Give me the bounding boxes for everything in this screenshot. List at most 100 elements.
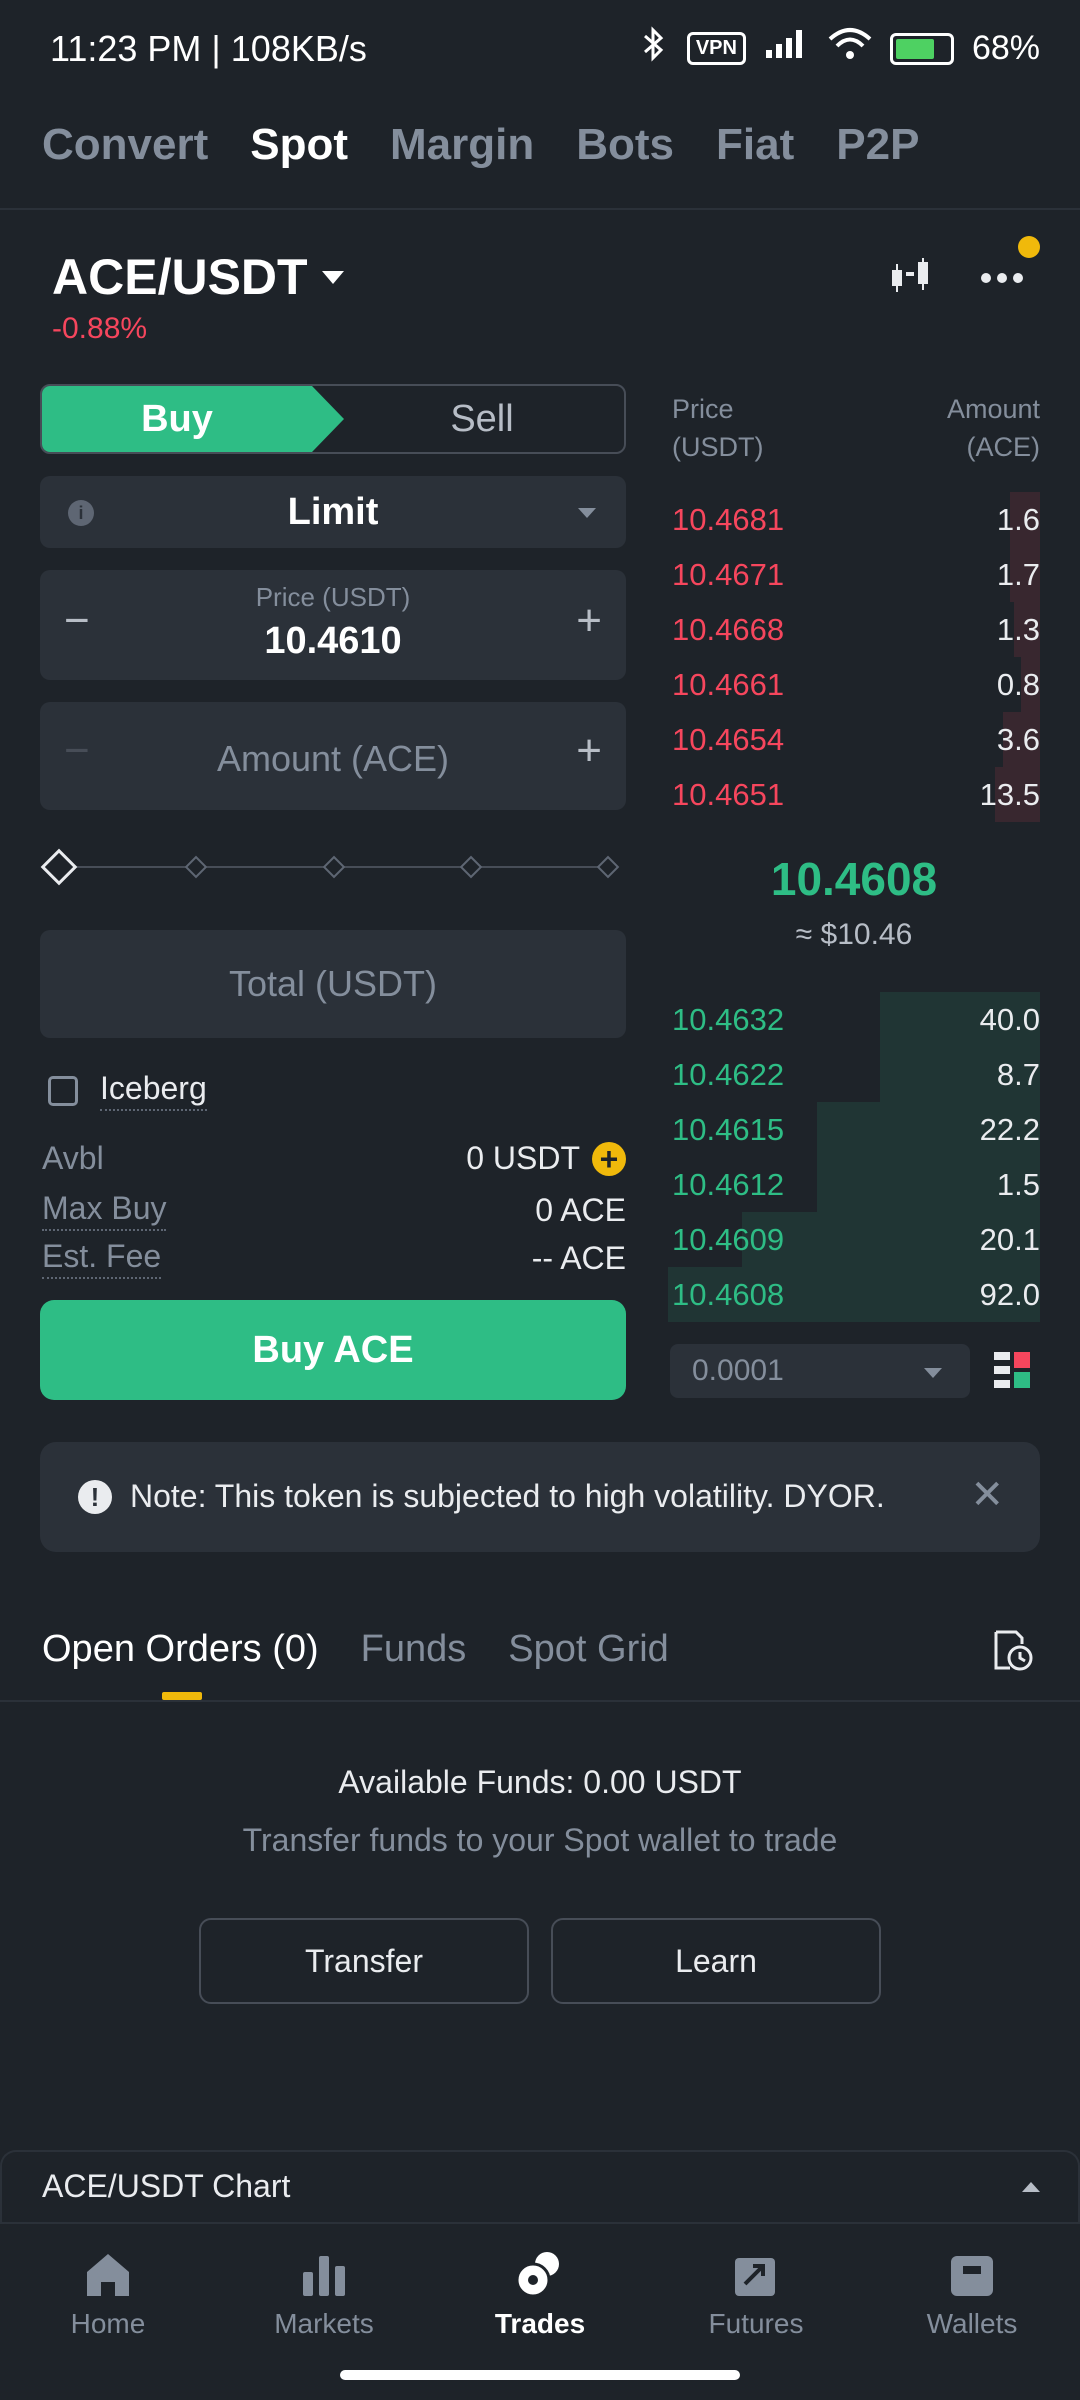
home-indicator: [340, 2370, 740, 2380]
tab-bots[interactable]: Bots: [576, 120, 674, 170]
bid-price: 10.4608: [672, 1277, 785, 1312]
price-increment-button[interactable]: +: [576, 596, 602, 646]
ask-row[interactable]: 10.4681 1.6: [668, 492, 1040, 547]
nav-wallets[interactable]: Wallets: [864, 2250, 1080, 2340]
est-fee-value: -- ACE: [531, 1240, 626, 1276]
slider-stop-75[interactable]: [459, 855, 483, 879]
price-input[interactable]: − Price (USDT) 10.4610 +: [40, 570, 626, 680]
pair-selector[interactable]: ACE/USDT: [52, 248, 344, 306]
bid-amount: 40.0: [979, 1002, 1040, 1037]
bid-amount: 8.7: [996, 1057, 1040, 1092]
ask-row[interactable]: 10.4671 1.7: [668, 547, 1040, 602]
bid-price: 10.4612: [672, 1167, 785, 1202]
divider: [0, 208, 1080, 210]
tab-funds[interactable]: Funds: [361, 1628, 467, 1671]
ask-row[interactable]: 10.4651 13.5: [668, 767, 1040, 822]
bid-price: 10.4609: [672, 1222, 785, 1257]
nav-home-label: Home: [70, 2308, 146, 2339]
bid-row[interactable]: 10.4609 20.1: [668, 1212, 1040, 1267]
ask-price: 10.4671: [672, 557, 785, 592]
notification-dot: [1018, 236, 1040, 258]
futures-icon: [735, 2258, 775, 2296]
nav-trades[interactable]: Trades: [432, 2250, 648, 2340]
slider-stop-50[interactable]: [322, 855, 346, 879]
available-row: Avbl 0 USDT +: [42, 1140, 626, 1177]
price-header: Price: [672, 394, 734, 424]
amount-input[interactable]: − Amount (ACE) +: [40, 702, 626, 810]
learn-button[interactable]: Learn: [551, 1918, 881, 2004]
ask-price: 10.4651: [672, 777, 785, 812]
ask-amount: 0.8: [996, 667, 1040, 702]
slider-stop-25[interactable]: [184, 855, 208, 879]
tick-size-select[interactable]: 0.0001: [670, 1344, 970, 1398]
order-history-icon[interactable]: [990, 1628, 1034, 1672]
ask-row[interactable]: 10.4668 1.3: [668, 602, 1040, 657]
wallets-icon: [951, 2256, 993, 2296]
chart-drawer-title: ACE/USDT Chart: [42, 2168, 291, 2204]
ask-amount: 3.6: [996, 722, 1040, 757]
orderbook-view-icon[interactable]: [994, 1350, 1032, 1390]
candlestick-chart-icon[interactable]: [888, 254, 934, 300]
amount-header: Amount: [946, 394, 1040, 424]
total-input[interactable]: Total (USDT): [40, 930, 626, 1038]
order-type-select[interactable]: i Limit: [40, 476, 626, 548]
tab-spot[interactable]: Spot: [250, 120, 348, 170]
price-unit: (USDT): [672, 432, 764, 462]
bluetooth-icon: [639, 26, 669, 71]
tab-fiat[interactable]: Fiat: [716, 120, 794, 170]
tab-margin[interactable]: Margin: [390, 120, 534, 170]
iceberg-label: Iceberg: [100, 1070, 207, 1111]
more-icon[interactable]: [978, 252, 1026, 300]
amount-slider[interactable]: [40, 848, 620, 886]
ask-price: 10.4654: [672, 722, 785, 757]
buy-tab[interactable]: Buy: [42, 386, 344, 452]
available-funds-text: Available Funds: 0.00 USDT: [338, 1764, 742, 1800]
bid-price: 10.4622: [672, 1057, 785, 1092]
nav-futures[interactable]: Futures: [648, 2250, 864, 2340]
warning-icon: !: [78, 1480, 112, 1514]
bid-row[interactable]: 10.4612 1.5: [668, 1157, 1040, 1212]
buy-sell-toggle: Buy Sell: [40, 384, 626, 454]
nav-trades-label: Trades: [494, 2308, 586, 2339]
bid-row[interactable]: 10.4632 40.0: [668, 992, 1040, 1047]
avbl-label: Avbl: [42, 1140, 104, 1176]
iceberg-checkbox[interactable]: [48, 1075, 78, 1106]
orders-tabs: Open Orders (0) Funds Spot Grid: [42, 1628, 669, 1671]
slider-stop-100[interactable]: [596, 855, 620, 879]
bid-amount: 1.5: [996, 1167, 1040, 1202]
ask-price: 10.4668: [672, 612, 785, 647]
bid-row[interactable]: 10.4615 22.2: [668, 1102, 1040, 1157]
transfer-button[interactable]: Transfer: [199, 1918, 529, 2004]
tab-p2p[interactable]: P2P: [836, 120, 919, 170]
ask-row[interactable]: 10.4661 0.8: [668, 657, 1040, 712]
pair-symbol: ACE/USDT: [52, 249, 308, 305]
add-funds-icon[interactable]: +: [592, 1141, 626, 1176]
bid-row[interactable]: 10.4622 8.7: [668, 1047, 1040, 1102]
tab-open-orders[interactable]: Open Orders (0): [42, 1628, 319, 1671]
info-icon[interactable]: i: [68, 500, 94, 526]
iceberg-option[interactable]: Iceberg: [48, 1070, 207, 1111]
close-icon[interactable]: ✕: [970, 1472, 1004, 1518]
nav-markets[interactable]: Markets: [216, 2250, 432, 2340]
last-price[interactable]: 10.4608: [668, 852, 1040, 906]
ask-amount: 1.6: [996, 502, 1040, 537]
tab-spot-grid[interactable]: Spot Grid: [508, 1628, 669, 1671]
slider-handle[interactable]: [40, 848, 78, 886]
ask-price: 10.4681: [672, 502, 785, 537]
sell-tab[interactable]: Sell: [340, 386, 624, 452]
tab-convert[interactable]: Convert: [42, 120, 208, 170]
bid-row[interactable]: 10.4608 92.0: [668, 1267, 1040, 1322]
ask-amount: 13.5: [979, 777, 1040, 812]
bid-amount: 22.2: [979, 1112, 1040, 1147]
note-text: Note: This token is subjected to high vo…: [130, 1478, 885, 1514]
est-fee-row: Est. Fee -- ACE: [42, 1238, 626, 1279]
status-time: 11:23 PM | 108KB/s: [50, 28, 367, 69]
status-icons: VPN 68%: [639, 26, 1040, 71]
chart-drawer[interactable]: ACE/USDT Chart: [0, 2150, 1080, 2222]
amount-increment-button[interactable]: +: [576, 726, 602, 776]
markets-icon: [303, 2256, 345, 2296]
nav-home[interactable]: Home: [0, 2250, 216, 2340]
ask-row[interactable]: 10.4654 3.6: [668, 712, 1040, 767]
buy-ace-button[interactable]: Buy ACE: [40, 1300, 626, 1400]
battery-percent: 68%: [971, 29, 1040, 67]
